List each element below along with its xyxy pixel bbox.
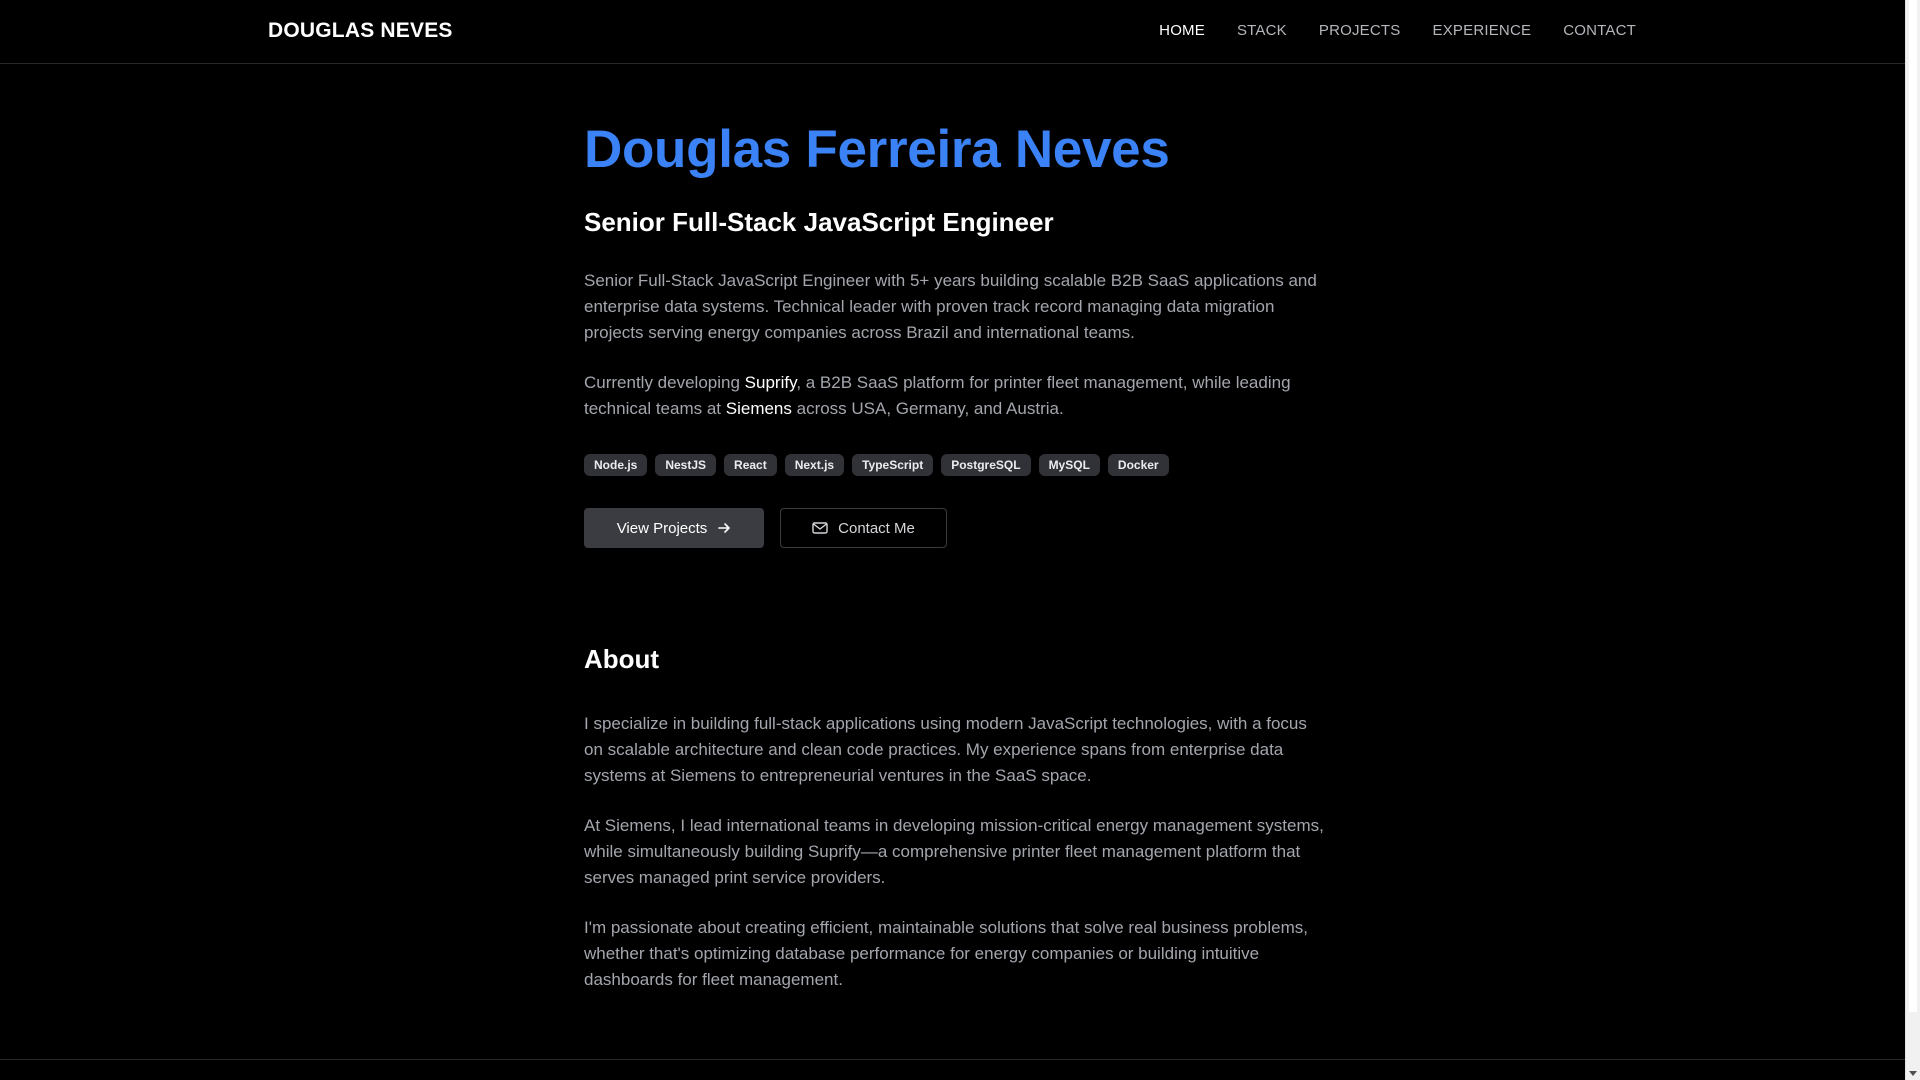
- tag-react: React: [724, 454, 777, 477]
- about-section: About I specialize in building full-stac…: [584, 644, 1324, 993]
- about-heading: About: [584, 644, 660, 675]
- tag-docker: Docker: [1107, 454, 1169, 477]
- nav-item-stack[interactable]: STACK: [1237, 22, 1287, 39]
- arrow-right-icon: [718, 523, 731, 533]
- main-nav: HOME STACK PROJECTS EXPERIENCE CONTACT: [1159, 22, 1636, 39]
- about-paragraph: I specialize in building full-stack appl…: [584, 714, 1307, 786]
- about-paragraph: I'm passionate about creating efficient,…: [584, 918, 1308, 990]
- brand-logo[interactable]: DOUGLAS NEVES: [268, 19, 453, 43]
- hero-current: Currently developing Suprify, a B2B SaaS…: [584, 370, 1324, 422]
- hero-current-prefix: Currently developing: [584, 373, 745, 393]
- tag-nextjs: Next.js: [784, 454, 845, 477]
- page: DOUGLAS NEVES HOME STACK PROJECTS EXPERI…: [0, 0, 1920, 1080]
- highlight-suprify: Suprify: [744, 373, 797, 393]
- tag-nodejs: Node.js: [584, 454, 648, 477]
- tag-mysql: MySQL: [1038, 454, 1100, 477]
- vertical-scrollbar[interactable]: [1905, 0, 1920, 1080]
- nav-item-home[interactable]: HOME: [1159, 22, 1205, 39]
- mail-icon: [812, 522, 828, 534]
- view-projects-label: View Projects: [616, 519, 708, 537]
- scroll-down-arrow-icon[interactable]: [1909, 1071, 1917, 1076]
- highlight-siemens: Siemens: [725, 399, 792, 419]
- hero-intro: Senior Full-Stack JavaScript Engineer wi…: [584, 271, 1317, 343]
- section-divider: [0, 1059, 1905, 1060]
- view-projects-button[interactable]: View Projects: [584, 508, 764, 549]
- contact-me-button[interactable]: Contact Me: [780, 508, 947, 549]
- contact-me-label: Contact Me: [838, 519, 915, 537]
- tag-nestjs: NestJS: [655, 454, 717, 477]
- top-navbar: DOUGLAS NEVES HOME STACK PROJECTS EXPERI…: [0, 0, 1905, 64]
- hero-current-suffix: across USA, Germany, and Austria.: [791, 399, 1064, 419]
- hero-section: Douglas Ferreira Neves Senior Full-Stack…: [584, 120, 1324, 549]
- tag-postgresql: PostgreSQL: [941, 454, 1031, 477]
- hero-role: Senior Full-Stack JavaScript Engineer: [584, 206, 1054, 237]
- hero-actions: View Projects Contact Me: [584, 508, 1324, 549]
- nav-item-contact[interactable]: CONTACT: [1563, 22, 1636, 39]
- tag-typescript: TypeScript: [852, 454, 934, 477]
- about-paragraph: At Siemens, I lead international teams i…: [584, 816, 1324, 888]
- nav-item-experience[interactable]: EXPERIENCE: [1433, 22, 1532, 39]
- hero-name: Douglas Ferreira Neves: [584, 120, 1170, 179]
- tech-tags: Node.js NestJS React Next.js TypeScript …: [584, 454, 1324, 477]
- main-content: Douglas Ferreira Neves Senior Full-Stack…: [584, 64, 1324, 993]
- nav-item-projects[interactable]: PROJECTS: [1319, 22, 1401, 39]
- scrollbar-thumb[interactable]: [1909, 0, 1917, 1012]
